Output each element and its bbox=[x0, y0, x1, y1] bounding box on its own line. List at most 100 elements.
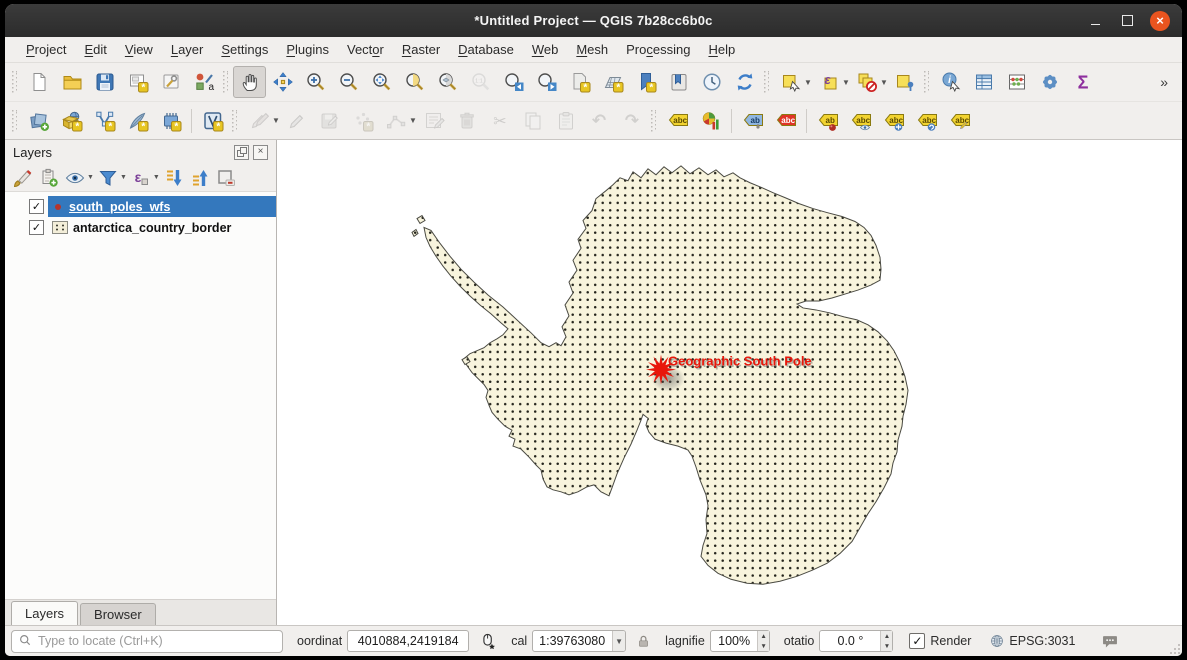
statistical-summary-icon[interactable]: Σ bbox=[1066, 66, 1099, 98]
menu-web[interactable]: Web bbox=[523, 39, 568, 60]
zoom-to-layer-icon[interactable] bbox=[431, 66, 464, 98]
menu-help[interactable]: Help bbox=[699, 39, 744, 60]
scale-combobox[interactable]: ▼ bbox=[532, 630, 626, 652]
temporal-controller-icon[interactable] bbox=[695, 66, 728, 98]
menu-settings[interactable]: Settings bbox=[212, 39, 277, 60]
magnifier-input[interactable] bbox=[711, 633, 758, 649]
magnifier-up-icon[interactable]: ▲ bbox=[758, 631, 768, 641]
layer-visibility-checkbox[interactable]: ✓ bbox=[29, 199, 44, 214]
rotation-input[interactable] bbox=[820, 633, 880, 649]
rotation-down-icon[interactable]: ▼ bbox=[881, 641, 892, 651]
new-spatial-bookmark-icon[interactable]: * bbox=[629, 66, 662, 98]
select-by-expression-icon[interactable]: ε bbox=[812, 66, 845, 98]
layer-label[interactable]: south_poles_wfs bbox=[69, 200, 170, 214]
filter-legend-by-expression-dropdown-icon[interactable]: ▼ bbox=[153, 174, 160, 181]
menu-raster[interactable]: Raster bbox=[393, 39, 449, 60]
rotation-up-icon[interactable]: ▲ bbox=[881, 631, 892, 641]
zoom-last-icon[interactable] bbox=[497, 66, 530, 98]
identify-features-icon[interactable]: i bbox=[934, 66, 967, 98]
select-features-icon[interactable] bbox=[774, 66, 807, 98]
processing-toolbox-icon[interactable] bbox=[1033, 66, 1066, 98]
add-group-icon[interactable] bbox=[37, 167, 61, 189]
pin-labels-icon[interactable]: ab bbox=[736, 105, 769, 137]
layer-row-antarctica_country_border[interactable]: ✓ antarctica_country_border bbox=[5, 217, 276, 238]
rotation-spinbox[interactable]: ▲▼ bbox=[819, 630, 893, 652]
menu-plugins[interactable]: Plugins bbox=[277, 39, 338, 60]
layer-row-south_poles_wfs[interactable]: ✓ south_poles_wfs bbox=[5, 196, 276, 217]
deselect-features-icon[interactable] bbox=[850, 66, 883, 98]
highlight-pinned-labels-icon[interactable]: abc bbox=[769, 105, 802, 137]
new-3d-map-view-icon[interactable]: * bbox=[596, 66, 629, 98]
messages-icon[interactable] bbox=[1101, 632, 1119, 650]
new-virtual-layer-icon[interactable]: * bbox=[196, 105, 229, 137]
tab-browser[interactable]: Browser bbox=[80, 603, 156, 625]
lock-scale-icon[interactable] bbox=[636, 634, 651, 649]
locate-bar[interactable] bbox=[11, 630, 283, 653]
new-print-layout-icon[interactable]: * bbox=[121, 66, 154, 98]
show-hide-labels-icon[interactable]: abc bbox=[844, 105, 877, 137]
locate-input[interactable] bbox=[36, 633, 276, 649]
pan-to-selection-icon[interactable] bbox=[266, 66, 299, 98]
magnifier-down-icon[interactable]: ▼ bbox=[758, 641, 768, 651]
menu-project[interactable]: Project bbox=[17, 39, 75, 60]
refresh-map-icon[interactable] bbox=[728, 66, 761, 98]
zoom-out-icon[interactable] bbox=[332, 66, 365, 98]
toolbar-grip[interactable] bbox=[12, 110, 17, 132]
scale-dropdown-icon[interactable]: ▼ bbox=[612, 631, 625, 651]
layer-label[interactable]: antarctica_country_border bbox=[73, 221, 231, 235]
filter-legend-icon[interactable] bbox=[96, 167, 120, 189]
open-data-source-manager-icon[interactable] bbox=[22, 105, 55, 137]
menu-processing[interactable]: Processing bbox=[617, 39, 699, 60]
new-map-view-icon[interactable]: * bbox=[563, 66, 596, 98]
menu-vector[interactable]: Vector bbox=[338, 39, 393, 60]
show-spatial-bookmarks-icon[interactable] bbox=[662, 66, 695, 98]
new-spatialite-layer-icon[interactable]: * bbox=[121, 105, 154, 137]
pin-unpin-labels-icon[interactable]: ab bbox=[811, 105, 844, 137]
filter-legend-by-expression-icon[interactable]: ε bbox=[129, 167, 153, 189]
select-by-value-icon[interactable] bbox=[888, 66, 921, 98]
menu-layer[interactable]: Layer bbox=[162, 39, 213, 60]
toolbar-grip[interactable] bbox=[651, 110, 656, 132]
menu-edit[interactable]: Edit bbox=[75, 39, 115, 60]
menu-database[interactable]: Database bbox=[449, 39, 523, 60]
toolbar-grip[interactable] bbox=[223, 71, 228, 93]
panel-float-icon[interactable] bbox=[234, 145, 249, 160]
change-label-icon[interactable]: abc bbox=[943, 105, 976, 137]
menu-view[interactable]: View bbox=[116, 39, 162, 60]
minimize-button[interactable] bbox=[1086, 12, 1104, 30]
new-geopackage-layer-icon[interactable]: * bbox=[55, 105, 88, 137]
toolbar-grip[interactable] bbox=[232, 110, 237, 132]
map-canvas[interactable]: Geographic South Pole Geographic South P… bbox=[276, 140, 1182, 625]
zoom-in-icon[interactable] bbox=[299, 66, 332, 98]
move-label-icon[interactable]: abc bbox=[877, 105, 910, 137]
open-layer-styling-panel-icon[interactable] bbox=[11, 167, 35, 189]
remove-layer-group-icon[interactable] bbox=[214, 167, 238, 189]
tab-layers[interactable]: Layers bbox=[11, 601, 78, 625]
filter-legend-dropdown-icon[interactable]: ▼ bbox=[120, 174, 127, 181]
open-project-icon[interactable] bbox=[55, 66, 88, 98]
manage-map-themes-icon[interactable] bbox=[63, 167, 87, 189]
new-shapefile-layer-icon[interactable]: * bbox=[88, 105, 121, 137]
rotate-label-icon[interactable]: abc bbox=[910, 105, 943, 137]
menu-mesh[interactable]: Mesh bbox=[567, 39, 617, 60]
zoom-to-selection-icon[interactable] bbox=[398, 66, 431, 98]
layer-visibility-checkbox[interactable]: ✓ bbox=[29, 220, 44, 235]
crs-status[interactable]: EPSG:3031 bbox=[989, 633, 1075, 649]
new-temporary-scratch-layer-icon[interactable]: * bbox=[154, 105, 187, 137]
extents-icon[interactable] bbox=[479, 632, 497, 650]
layer-diagram-options-icon[interactable] bbox=[694, 105, 727, 137]
toolbar-grip[interactable] bbox=[12, 71, 17, 93]
scale-input[interactable] bbox=[533, 633, 612, 649]
toolbar-overflow-icon[interactable]: » bbox=[1160, 74, 1178, 90]
maximize-button[interactable] bbox=[1118, 12, 1136, 30]
title-bar[interactable]: *Untitled Project — QGIS 7b28cc6b0c × bbox=[5, 4, 1182, 37]
panel-close-icon[interactable]: × bbox=[253, 145, 268, 160]
manage-map-themes-dropdown-icon[interactable]: ▼ bbox=[87, 174, 94, 181]
coordinate-input[interactable] bbox=[352, 633, 464, 649]
pan-map-icon[interactable] bbox=[233, 66, 266, 98]
zoom-full-icon[interactable] bbox=[365, 66, 398, 98]
layer-labeling-options-icon[interactable]: abc bbox=[661, 105, 694, 137]
render-checkbox[interactable]: ✓ bbox=[909, 633, 925, 649]
new-project-icon[interactable] bbox=[22, 66, 55, 98]
zoom-next-icon[interactable] bbox=[530, 66, 563, 98]
